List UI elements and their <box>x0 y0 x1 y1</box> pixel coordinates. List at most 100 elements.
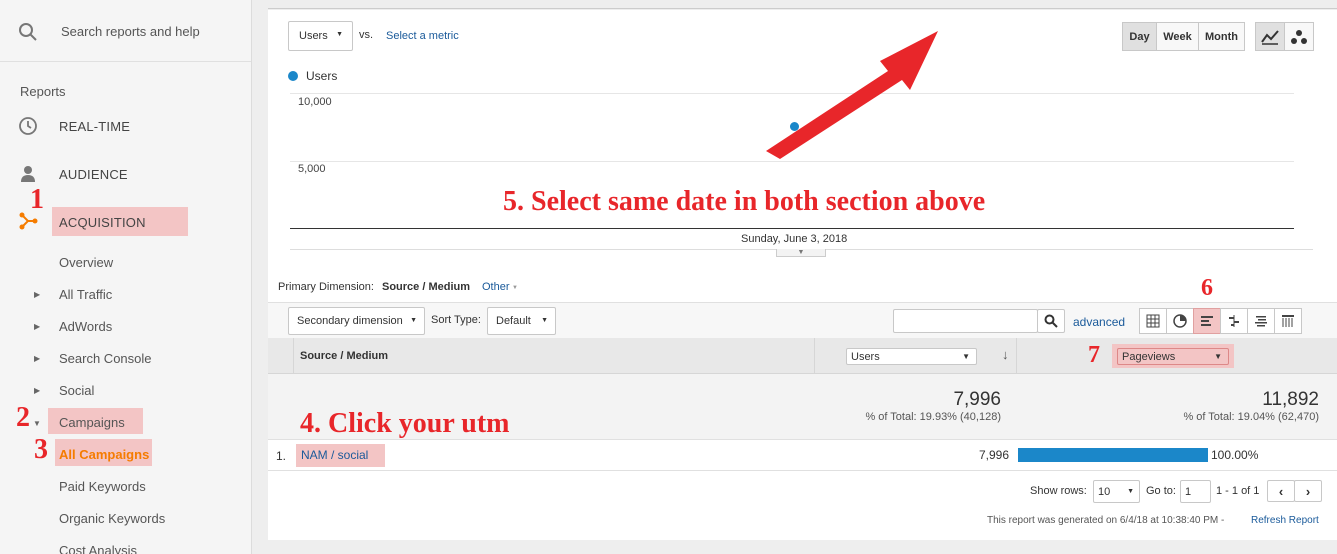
nav-cost-analysis[interactable]: Cost Analysis <box>59 543 137 554</box>
y-tick-5000: 5,000 <box>298 163 326 175</box>
grid-line <box>290 161 1294 162</box>
legend-dot <box>288 71 298 81</box>
period-month-button[interactable]: Month <box>1198 22 1245 51</box>
source-medium-link[interactable]: NAM / social <box>301 448 368 462</box>
chevron-right-icon: › <box>1305 483 1311 499</box>
total-pageviews-percent: % of Total: 19.04% (62,470) <box>1183 411 1319 423</box>
select-metric-link[interactable]: Select a metric <box>386 30 459 42</box>
chevron-left-icon: ‹ <box>1278 483 1284 499</box>
secondary-dimension-select[interactable]: Secondary dimension ▼ <box>288 307 425 335</box>
sidebar-search[interactable]: Search reports and help <box>0 0 251 62</box>
users-column-select-value: Users <box>851 350 880 363</box>
other-dimension-link[interactable]: Other <box>482 281 510 293</box>
total-users-percent: % of Total: 19.93% (40,128) <box>865 411 1001 423</box>
sort-type-select[interactable]: Default ▼ <box>487 307 556 335</box>
primary-dimension-label: Primary Dimension: <box>278 281 374 293</box>
pageviews-column-select[interactable]: Pageviews ▼ <box>1117 348 1229 365</box>
pager-range: 1 - 1 of 1 <box>1216 485 1260 497</box>
generated-note: This report was generated on 6/4/18 at 1… <box>987 515 1225 526</box>
period-day-button[interactable]: Day <box>1122 22 1157 51</box>
annotation-2: 2 <box>16 402 30 433</box>
nav-search-console[interactable]: Search Console <box>59 351 152 366</box>
annotation-7: 7 <box>1088 342 1100 368</box>
row-users: 7,996 <box>978 448 1009 462</box>
nav-paid-keywords[interactable]: Paid Keywords <box>59 479 146 494</box>
line-chart-button[interactable] <box>1255 22 1285 51</box>
nav-all-campaigns[interactable]: All Campaigns <box>59 447 149 462</box>
pivot-icon <box>1282 315 1294 327</box>
collapse-chart-handle[interactable]: ▼ <box>776 249 826 257</box>
y-tick-10000: 10,000 <box>298 96 332 108</box>
top-divider <box>268 8 1337 9</box>
refresh-report-link[interactable]: Refresh Report <box>1251 515 1319 526</box>
pie-view-button[interactable] <box>1166 308 1194 334</box>
reports-label: Reports <box>20 84 66 99</box>
caret-right-icon: ▶ <box>34 354 41 363</box>
advanced-link[interactable]: advanced <box>1073 315 1125 329</box>
performance-view-button[interactable] <box>1193 308 1221 334</box>
sort-type-value: Default <box>496 315 531 327</box>
show-rows-select[interactable]: 10 ▼ <box>1093 480 1140 503</box>
dropdown-icon: ▼ <box>1127 488 1134 495</box>
annotation-3: 3 <box>34 434 48 465</box>
show-rows-label: Show rows: <box>1030 485 1087 497</box>
legend-label: Users <box>306 69 338 83</box>
nav-acquisition[interactable]: ACQUISITION <box>59 215 146 230</box>
chevron-down-icon: ▼ <box>512 285 518 291</box>
annotation-arrow <box>766 31 938 159</box>
motion-chart-button[interactable] <box>1284 22 1314 51</box>
comparison-icon <box>1229 315 1239 327</box>
column-header-source[interactable]: Source / Medium <box>300 350 388 362</box>
annotation-step-5: 5. Select same date in both section abov… <box>503 186 986 217</box>
search-icon <box>1044 314 1058 328</box>
pivot-view-button[interactable] <box>1274 308 1302 334</box>
show-rows-value: 10 <box>1098 485 1111 498</box>
view-switcher <box>1139 308 1302 334</box>
table-search-input[interactable] <box>893 309 1038 333</box>
line-chart-icon <box>1261 29 1279 45</box>
annotation-1: 1 <box>30 184 44 215</box>
primary-dimension-value[interactable]: Source / Medium <box>382 281 470 293</box>
comparison-view-button[interactable] <box>1220 308 1248 334</box>
go-to-label: Go to: <box>1146 485 1176 497</box>
annotation-6: 6 <box>1201 275 1213 301</box>
nav-audience[interactable]: AUDIENCE <box>59 167 128 182</box>
term-cloud-icon <box>1255 316 1267 327</box>
dropdown-icon: ▼ <box>962 352 970 361</box>
metric-select-value: Users <box>299 30 328 42</box>
nav-all-traffic[interactable]: All Traffic <box>59 287 112 302</box>
nav-social[interactable]: Social <box>59 383 94 398</box>
nav-overview[interactable]: Overview <box>59 255 113 270</box>
caret-right-icon: ▶ <box>34 322 41 331</box>
caret-down-icon: ▼ <box>33 419 41 428</box>
search-input[interactable]: Search reports and help <box>61 24 200 39</box>
pie-icon <box>1173 314 1187 328</box>
users-column-select[interactable]: Users ▼ <box>846 348 977 365</box>
sort-descending-icon[interactable]: ↓ <box>1002 347 1009 362</box>
previous-page-button[interactable]: ‹ <box>1267 480 1295 502</box>
table-view-button[interactable] <box>1139 308 1167 334</box>
secondary-dimension-label: Secondary dimension <box>297 315 403 327</box>
term-cloud-view-button[interactable] <box>1247 308 1275 334</box>
total-pageviews: 11,892 <box>1262 389 1319 410</box>
bubble-chart-icon <box>1291 29 1307 44</box>
nav-organic-keywords[interactable]: Organic Keywords <box>59 511 165 526</box>
next-page-button[interactable]: › <box>1294 480 1322 502</box>
dropdown-icon: ▼ <box>1214 352 1222 361</box>
row-pageviews-percent: 100.00% <box>1211 448 1259 462</box>
nav-realtime[interactable]: REAL-TIME <box>59 119 130 134</box>
x-tick-label: Sunday, June 3, 2018 <box>741 233 848 245</box>
nav-campaigns[interactable]: Campaigns <box>59 415 125 430</box>
total-users: 7,996 <box>953 389 1001 410</box>
nav-adwords[interactable]: AdWords <box>59 319 112 334</box>
sort-type-label: Sort Type: <box>431 314 481 326</box>
search-icon <box>18 22 38 47</box>
period-week-button[interactable]: Week <box>1156 22 1199 51</box>
go-to-input[interactable]: 1 <box>1180 480 1211 503</box>
bar-list-icon <box>1201 316 1213 326</box>
table-search-button[interactable] <box>1037 309 1065 333</box>
sidebar: Search reports and help Reports REAL-TIM… <box>0 0 252 554</box>
dropdown-icon: ▼ <box>410 317 417 324</box>
vs-label: vs. <box>359 29 374 41</box>
metric-select[interactable]: Users ▼ <box>288 21 353 51</box>
